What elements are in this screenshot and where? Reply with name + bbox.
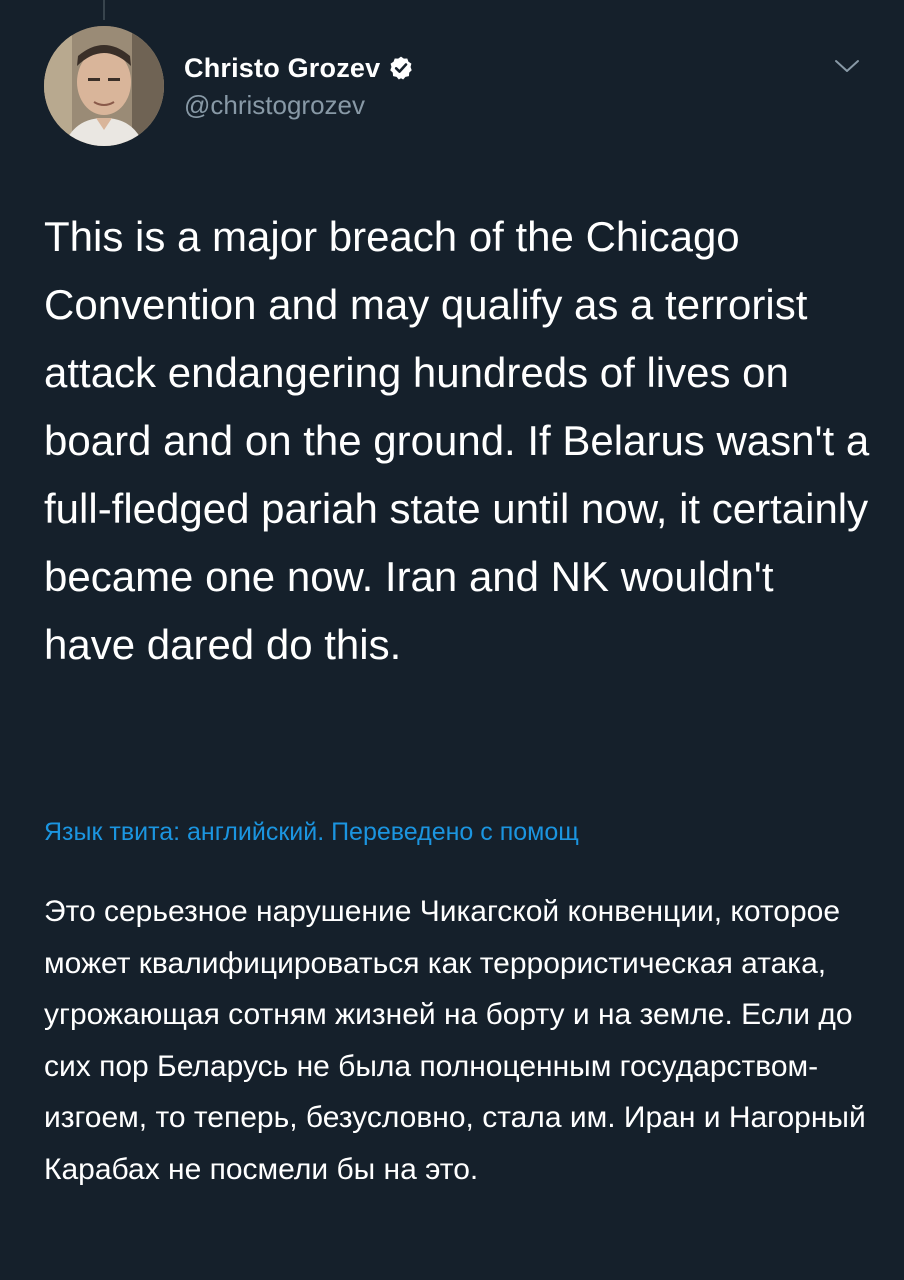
translation-notice-link[interactable]: Язык твита: английский. Переведено с пом… bbox=[44, 818, 744, 847]
name-row: Christo Grozev bbox=[184, 50, 414, 86]
chevron-down-icon[interactable] bbox=[833, 56, 861, 76]
avatar[interactable] bbox=[44, 26, 164, 146]
translated-tweet-text: Это серьезное нарушение Чикагской конвен… bbox=[44, 895, 866, 1186]
author-info: Christo Grozev @christogrozev bbox=[184, 50, 414, 121]
handle[interactable]: @christogrozev bbox=[184, 90, 414, 121]
display-name[interactable]: Christo Grozev bbox=[184, 53, 380, 84]
thread-connector-line bbox=[103, 0, 105, 20]
tweet-header: Christo Grozev @christogrozev bbox=[44, 26, 874, 148]
tweet-text: This is a major breach of the Chicago Co… bbox=[44, 213, 870, 668]
verified-badge-icon bbox=[388, 55, 414, 81]
avatar-image bbox=[44, 26, 164, 146]
